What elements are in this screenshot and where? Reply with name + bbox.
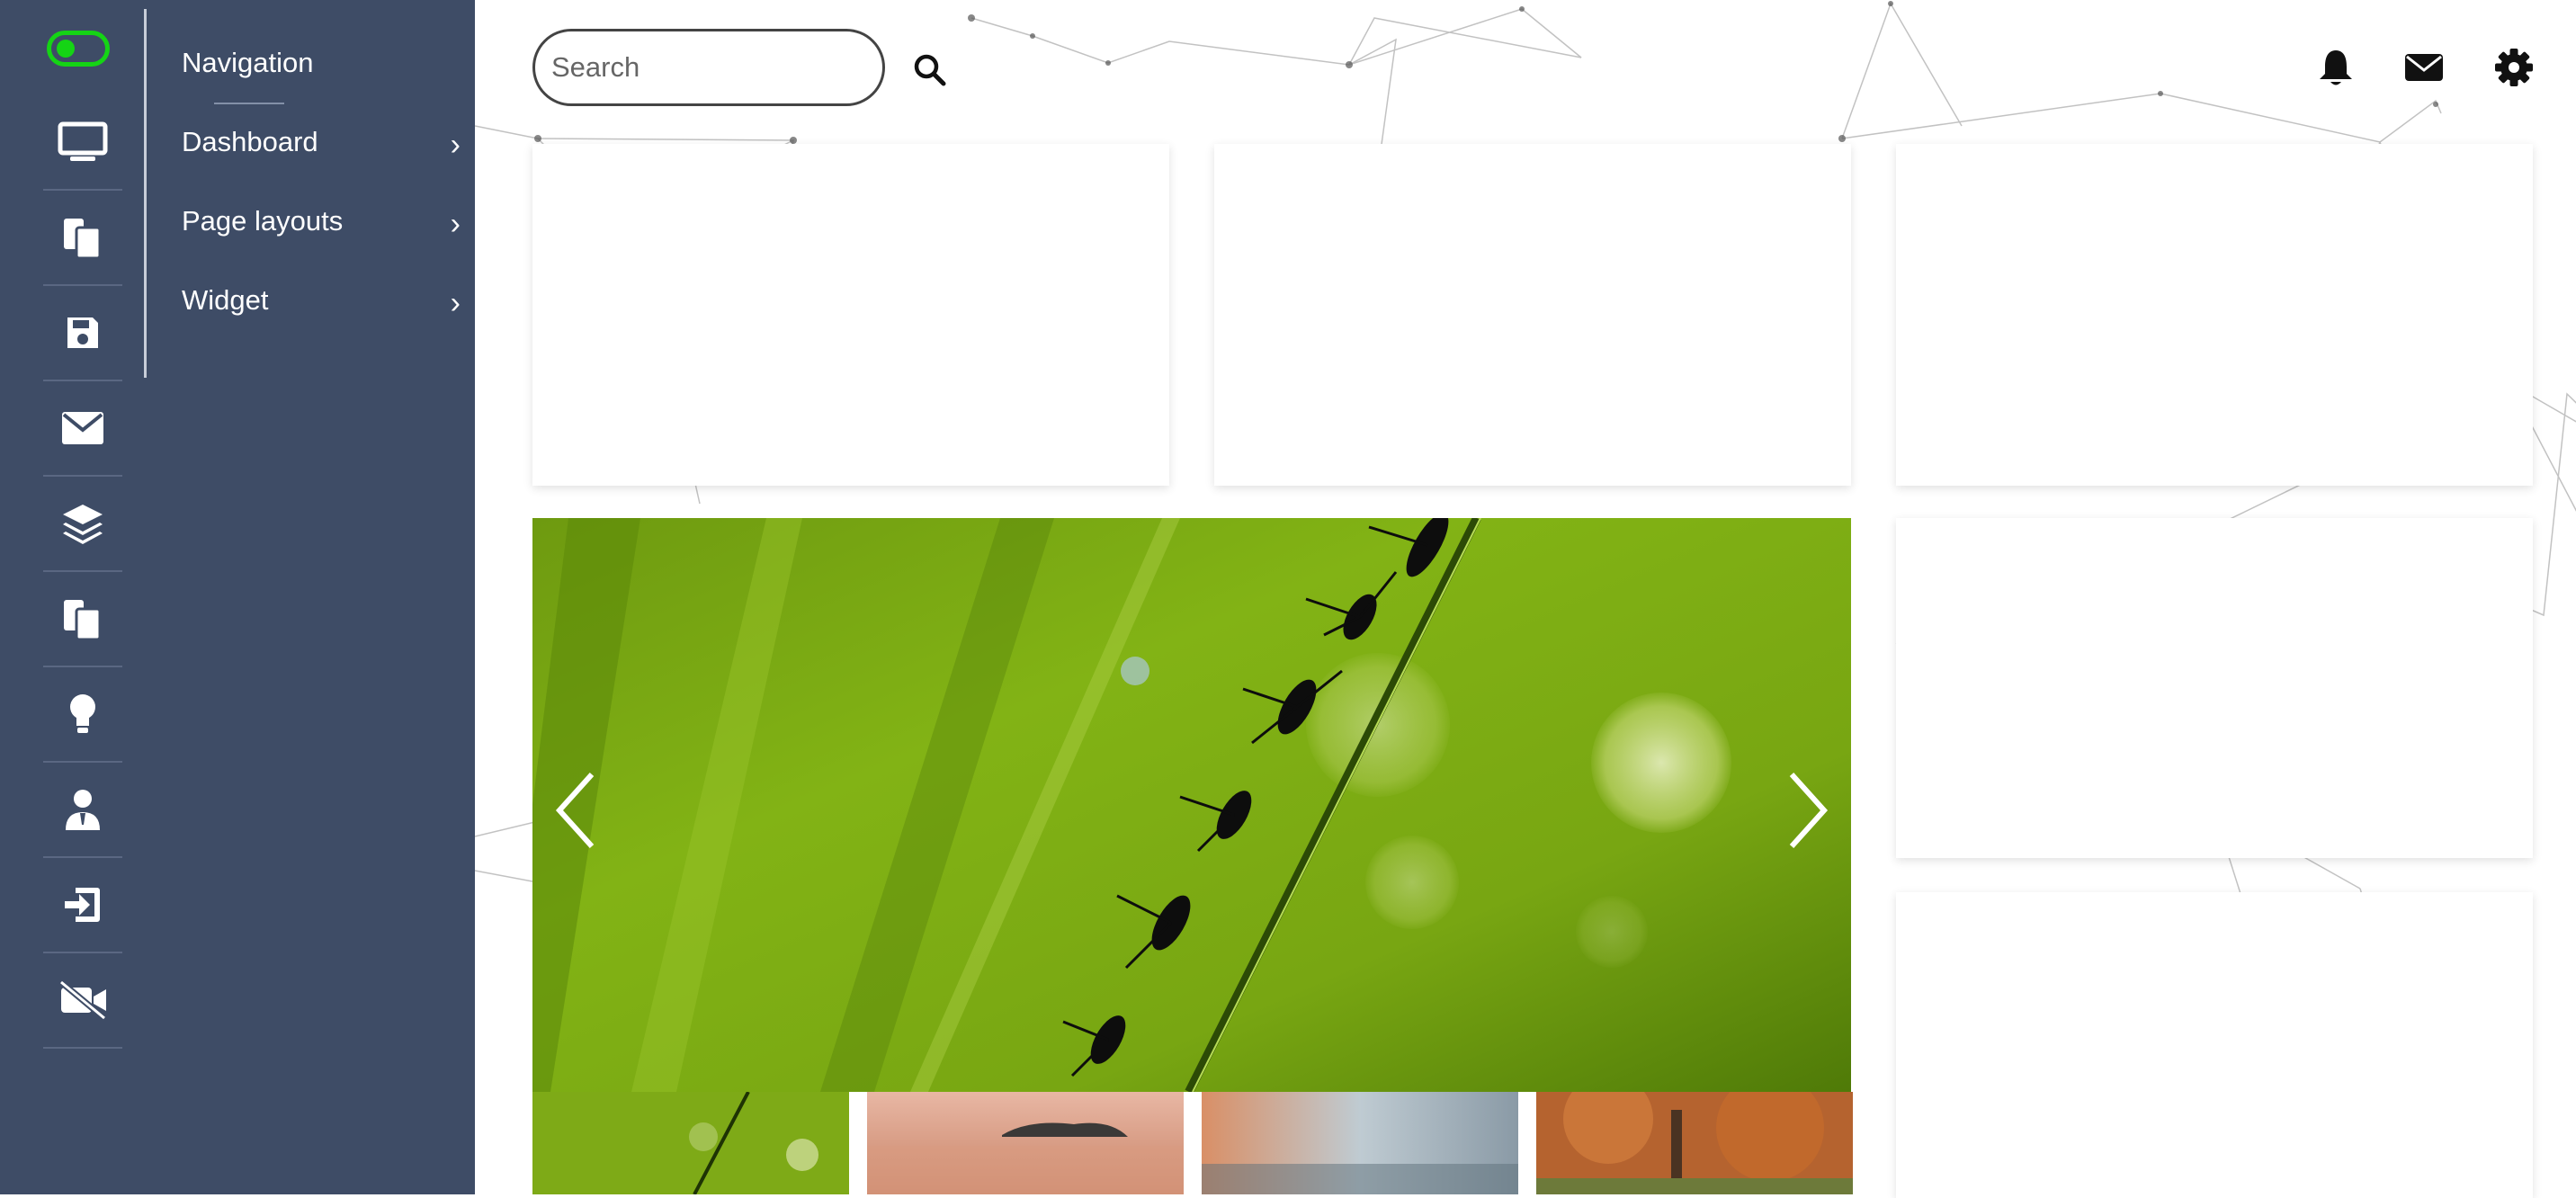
thumbnail-ants-on-grass[interactable] [532, 1092, 849, 1194]
nav-divider [144, 9, 147, 378]
widget-card [1896, 892, 2533, 1198]
save-icon[interactable] [43, 286, 122, 381]
nav-item-page-layouts[interactable]: Page layouts › [182, 205, 461, 259]
envelope-icon[interactable] [2403, 47, 2445, 88]
widget-card [1896, 144, 2533, 486]
widget-card [1214, 144, 1851, 486]
mail-icon[interactable] [43, 381, 122, 477]
carousel-slide-image [532, 518, 1851, 1092]
search-icon[interactable] [912, 52, 948, 88]
lightbulb-icon[interactable] [43, 667, 122, 763]
sign-in-icon[interactable] [43, 858, 122, 953]
search-input[interactable] [532, 29, 885, 106]
bell-icon[interactable] [2315, 47, 2357, 88]
icon-rail [0, 0, 144, 1194]
chevron-right-icon: › [450, 207, 461, 241]
nav-title: Navigation [182, 47, 314, 78]
chevron-right-icon: › [450, 286, 461, 320]
nav-item-label: Dashboard [182, 126, 318, 157]
nav-item-label: Page layouts [182, 205, 344, 237]
image-carousel [532, 518, 1851, 1092]
carousel-prev-button[interactable] [547, 761, 610, 860]
carousel-thumbnails [532, 1092, 1853, 1194]
copy-icon[interactable] [43, 191, 122, 286]
monitor-icon[interactable] [43, 95, 122, 191]
user-tie-icon[interactable] [43, 763, 122, 858]
theme-toggle[interactable] [47, 31, 110, 67]
main-content [475, 0, 2576, 1198]
nav-item-label: Widget [182, 284, 269, 316]
thumbnail-sunset-lake[interactable] [867, 1092, 1184, 1194]
nav-title-underline [214, 103, 284, 104]
layers-icon[interactable] [43, 477, 122, 572]
chevron-right-icon: › [450, 128, 461, 162]
nav-item-widget[interactable]: Widget › [182, 284, 461, 338]
carousel-next-button[interactable] [1774, 761, 1837, 860]
thumbnail-misty-autumn-shore[interactable] [1202, 1092, 1518, 1194]
gear-icon[interactable] [2493, 47, 2535, 88]
video-slash-icon[interactable] [43, 953, 122, 1049]
toggle-knob [57, 40, 75, 58]
nav-panel: Navigation Dashboard › Page layouts › Wi… [144, 0, 475, 1194]
widget-card [532, 144, 1169, 486]
clipboard-icon[interactable] [43, 572, 122, 667]
widget-card [1896, 518, 2533, 858]
thumbnail-autumn-park[interactable] [1536, 1092, 1853, 1194]
nav-item-dashboard[interactable]: Dashboard › [182, 126, 461, 180]
